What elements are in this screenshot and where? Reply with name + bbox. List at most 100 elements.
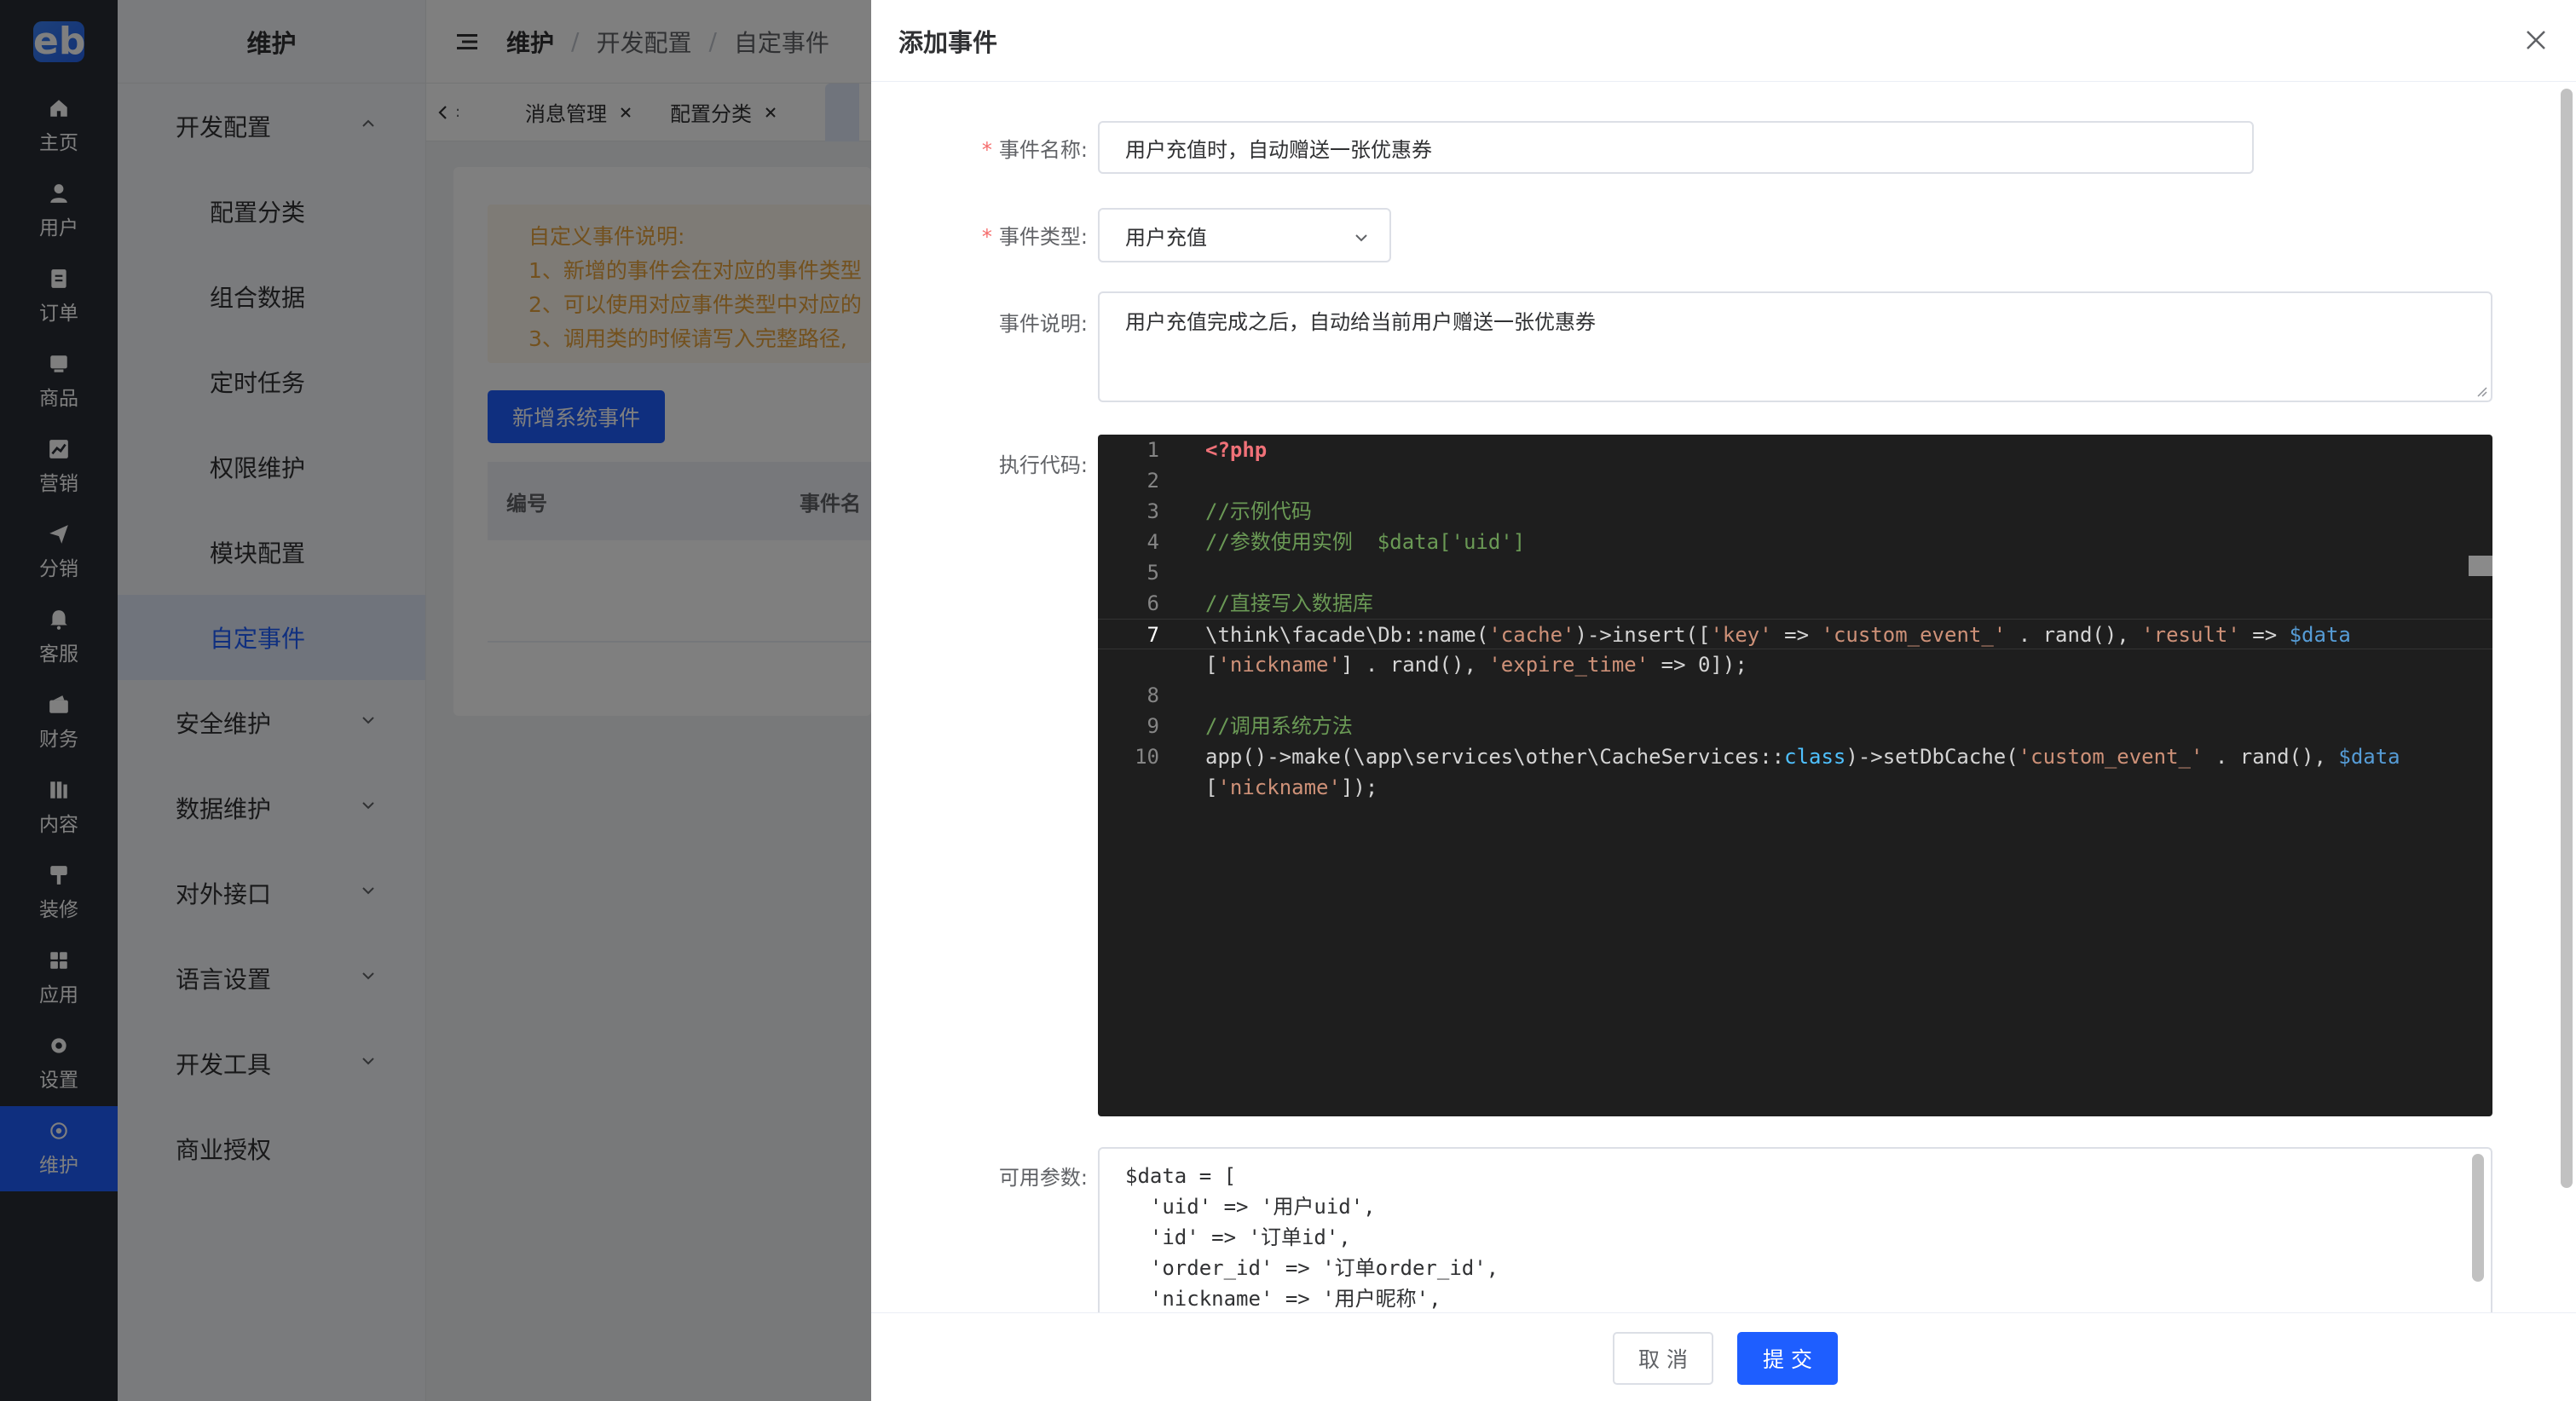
sidebar-item-external-api[interactable]: 对外接口 [118,850,425,936]
code-line: 1 <?php [1098,435,2492,465]
close-icon[interactable] [2523,27,2549,53]
code-label: 执行代码: [892,448,1088,478]
code-editor[interactable]: 1 <?php 2 3 //示例代码 4 //参数使用实例 $data['uid… [1098,435,2492,1116]
code-text: app()->make(\app\services\other\CacheSer… [1205,741,2400,772]
sidebar-item-scheduled-tasks[interactable]: 定时任务 [118,339,425,424]
add-system-event-button[interactable]: 新增系统事件 [488,390,665,443]
sidebar-item-label: 安全维护 [176,710,272,738]
chevron-down-icon [362,802,374,810]
code-token: <?php [1205,438,1268,462]
line-number: 1 [1146,438,1159,462]
tabs-scroll-left-button[interactable]: : [426,84,469,141]
event-name-value: 用户充值时，自动赠送一张优惠券 [1125,137,1432,162]
sidebar-item-label: 权限维护 [210,454,306,482]
code-line: ['nickname'] . rand(), 'expire_time' => … [1098,649,2492,680]
chevron-down-icon [362,972,374,980]
chevron-down-icon [362,887,374,895]
user-icon [50,184,67,203]
sidebar-item-permissions[interactable]: 权限维护 [118,424,425,510]
code-token: => [2239,623,2290,647]
code-token: . rand(), [2203,745,2339,769]
sidebar: 维护 开发配置 配置分类 组合数据 定时任务 权限维护 模块配置 自定事件 安全… [118,0,426,1401]
event-desc-label-text: 事件说明: [998,312,1088,336]
logo-mark: eb [33,20,86,63]
sidebar-item-security[interactable]: 安全维护 [118,680,425,765]
code-token: . rand(), [2006,623,2142,647]
sidebar-item-config-category[interactable]: 配置分类 [118,169,425,254]
rail-item-label: 财务 [39,729,78,751]
code-variable: $data [2338,745,2400,769]
drawer-scrollbar[interactable] [2561,89,2573,1188]
sidebar-item-module-config[interactable]: 模块配置 [118,510,425,595]
sidebar-title: 维护 [118,0,425,84]
tab-custom-events[interactable] [825,83,859,141]
rail-item-product[interactable]: 商品 [0,339,118,424]
params-line: 'nickname' => '用户昵称', [1125,1287,1441,1311]
close-icon[interactable] [764,106,777,119]
rail-item-distribution[interactable]: 分销 [0,510,118,595]
sidebar-item-license[interactable]: 商业授权 [118,1106,425,1191]
rail-item-finance[interactable]: 财务 [0,680,118,765]
sidebar-item-label: 模块配置 [210,539,306,568]
tabs-bar: : 消息管理 配置分类 [426,83,871,141]
home-icon [50,100,67,117]
code-line: 5 [1098,557,2492,588]
service-icon [50,610,67,630]
params-scrollbar[interactable] [2472,1154,2484,1282]
column-header-id: 编号 [506,491,547,516]
marketing-icon [49,440,68,458]
event-name-label: * 事件名称: [892,133,1088,163]
notice-box: 自定义事件说明: 1、新增的事件会在对应的事件类型 2、可以使用对应事件类型中对… [488,205,871,363]
finance-icon [49,695,68,713]
menu-toggle-icon[interactable] [455,30,479,54]
rail-item-home[interactable]: 主页 [0,84,118,169]
editor-minimap-marker[interactable] [2469,556,2492,576]
code-comment: //示例代码 [1205,499,1312,523]
notice-line: 自定义事件说明: [528,224,685,249]
close-icon[interactable] [619,106,632,119]
sidebar-item-custom-events[interactable]: 自定事件 [118,595,425,680]
sidebar-item-label: 对外接口 [176,880,272,908]
rail-item-service[interactable]: 客服 [0,595,118,680]
sidebar-item-dev-config[interactable]: 开发配置 [118,84,425,169]
code-string: 'nickname' [1217,653,1341,677]
rail-item-apps[interactable]: 应用 [0,936,118,1021]
logo[interactable]: eb [0,0,118,84]
rail-item-decorate[interactable]: 装修 [0,850,118,936]
drawer-title: 添加事件 [898,27,998,57]
rail-item-marketing[interactable]: 营销 [0,424,118,510]
rail-item-label: 主页 [39,132,78,154]
rail-item-user[interactable]: 用户 [0,169,118,254]
cancel-button[interactable]: 取 消 [1613,1332,1713,1385]
rail-item-settings[interactable]: 设置 [0,1021,118,1106]
submit-button[interactable]: 提 交 [1737,1332,1838,1385]
breadcrumb-item[interactable]: 开发配置 [596,25,691,59]
code-line: 8 [1098,680,2492,711]
sidebar-item-dev-tools[interactable]: 开发工具 [118,1021,425,1106]
params-line: 'uid' => '用户uid', [1125,1195,1376,1219]
notice-line: 3、调用类的时候请写入完整路径, [528,326,847,351]
rail-item-label: 装修 [39,899,78,921]
rail-item-label: 客服 [39,643,78,666]
sidebar-item-combined-data[interactable]: 组合数据 [118,254,425,339]
tab-message-management[interactable]: 消息管理 [506,84,651,141]
rail-item-label: 用户 [39,217,78,239]
notice-line: 2、可以使用对应事件类型中对应的 [528,292,862,317]
sidebar-item-data-maintenance[interactable]: 数据维护 [118,765,425,850]
event-type-select[interactable]: 用户充值 [1098,208,1391,262]
rail-item-maintenance[interactable]: 维护 [0,1106,118,1191]
drawer-header: 添加事件 [871,0,2576,82]
breadcrumb-item[interactable]: 维护 [506,25,554,59]
event-desc-textarea[interactable]: 用户充值完成之后，自动给当前用户赠送一张优惠券 [1098,291,2492,402]
line-number: 4 [1146,530,1159,554]
resize-handle-icon[interactable] [2475,385,2487,397]
code-token: )->setDbCache( [1845,745,2019,769]
tab-config-category[interactable]: 配置分类 [651,84,796,141]
code-line: 3 //示例代码 [1098,496,2492,527]
rail-item-order[interactable]: 订单 [0,254,118,339]
event-name-input[interactable]: 用户充值时，自动赠送一张优惠券 [1098,121,2254,174]
rail-item-content[interactable]: 内容 [0,765,118,850]
sidebar-item-language[interactable]: 语言设置 [118,936,425,1021]
code-line: ['nickname']); [1098,772,2492,803]
code-token: app()->make(\app\services\other\CacheSer… [1205,745,1785,769]
